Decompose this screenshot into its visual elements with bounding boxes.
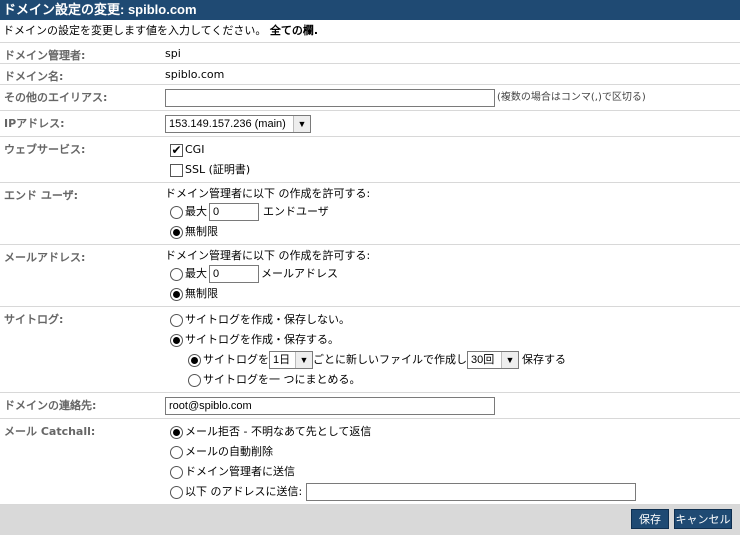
mail-unit-label: メールアドレス [261,267,338,280]
intro-bold: 全ての欄. [269,24,319,37]
endusers-unlimited-radio[interactable] [170,225,183,239]
sitelog-none-label: サイトログを作成・保存しない。 [185,313,350,326]
label-web: ウェブサービス: [0,136,160,183]
label-domain: ドメイン名: [0,63,160,85]
row-contact: ドメインの連絡先: [0,392,740,419]
catchall-reject-label: メール拒否 - 不明なあて先として返信 [185,425,372,438]
sitelog-period-mid: ごとに新しいファイルで作成し [313,353,467,366]
cgi-label: CGI [185,143,205,156]
value-catchall: メール拒否 - 不明なあて先として返信 メールの自動削除 ドメイン管理者に送信 … [160,418,740,505]
label-admin: ドメイン管理者: [0,43,160,64]
sitelog-save-label: サイトログを作成・保存する。 [185,333,339,346]
save-button[interactable]: 保存 [631,509,669,529]
row-ip: IPアドレス: 153.149.157.236 (main) ▼ [0,110,740,137]
contact-email-input[interactable] [165,397,495,415]
sitelog-keep-select[interactable]: 30回 ▼ [467,351,519,369]
label-ip: IPアドレス: [0,110,160,137]
sitelog-period-radio[interactable] [188,353,201,367]
row-admin: ドメイン管理者: spi [0,43,740,64]
footer-bar: 保存 キャンセル [0,505,740,535]
sitelog-one-label: サイトログを一 つにまとめる。 [203,373,361,386]
mail-allow-text: ドメイン管理者に以下 の作成を許可する: [165,249,371,262]
chevron-down-icon: ▼ [295,352,312,368]
label-catchall: メール Catchall: [0,418,160,505]
endusers-max-label: 最大 [185,205,207,218]
intro-text: ドメインの設定を変更します値を入力してください。 全ての欄. [0,20,740,43]
row-alias: その他のエイリアス: (複数の場合はコンマ(,)で区切る) [0,84,740,111]
sitelog-period-select[interactable]: 1日 ▼ [269,351,313,369]
mail-unlimited-radio[interactable] [170,287,183,301]
row-endusers: エンド ユーザ: ドメイン管理者に以下 の作成を許可する: 最大 エンドユーザ … [0,182,740,245]
endusers-allow-text: ドメイン管理者に以下 の作成を許可する: [165,187,371,200]
mail-max-label: 最大 [185,267,207,280]
endusers-max-radio[interactable] [170,205,183,219]
catchall-address-radio[interactable] [170,485,183,499]
alias-hint: (複数の場合はコンマ(,)で区切る) [497,92,646,103]
intro-message: ドメインの設定を変更します値を入力してください。 [3,24,267,37]
catchall-reject-radio[interactable] [170,425,183,439]
catchall-admin-label: ドメイン管理者に送信 [185,465,295,478]
endusers-unit-label: エンドユーザ [263,205,329,218]
label-endusers: エンド ユーザ: [0,182,160,245]
value-endusers: ドメイン管理者に以下 の作成を許可する: 最大 エンドユーザ 無制限 [160,182,740,245]
value-domain: spiblo.com [160,63,740,85]
mail-max-input[interactable] [209,265,259,283]
sitelog-keep-value: 30回 [471,354,495,366]
row-mail: メールアドレス: ドメイン管理者に以下 の作成を許可する: 最大 メールアドレス… [0,244,740,307]
alias-input[interactable] [165,89,495,107]
value-contact [160,392,740,419]
ssl-label: SSL (証明書) [185,163,251,176]
value-web: ✔ CGI SSL (証明書) [160,136,740,183]
sitelog-none-radio[interactable] [170,313,183,327]
sitelog-one-radio[interactable] [188,373,201,387]
domain-settings-form: ドメイン管理者: spi ドメイン名: spiblo.com その他のエイリアス… [0,43,740,505]
page-title: ドメイン設定の変更: spiblo.com [0,0,740,20]
chevron-down-icon: ▼ [293,116,310,132]
cancel-button[interactable]: キャンセル [674,509,732,529]
admin-value: spi [165,47,181,60]
catchall-delete-radio[interactable] [170,445,183,459]
domain-value: spiblo.com [165,68,225,81]
label-contact: ドメインの連絡先: [0,392,160,419]
value-alias: (複数の場合はコンマ(,)で区切る) [160,84,740,111]
row-domain: ドメイン名: spiblo.com [0,63,740,85]
ip-selected: 153.149.157.236 (main) [169,118,286,130]
row-web: ウェブサービス: ✔ CGI SSL (証明書) [0,136,740,183]
mail-unlimited-label: 無制限 [185,287,218,300]
mail-max-radio[interactable] [170,267,183,281]
cgi-checkbox[interactable]: ✔ [170,143,183,157]
catchall-admin-radio[interactable] [170,465,183,479]
sitelog-period-prefix: サイトログを [203,353,269,366]
ip-select[interactable]: 153.149.157.236 (main) ▼ [165,115,311,133]
sitelog-keep-suffix: 保存する [522,353,566,366]
row-sitelog: サイトログ: サイトログを作成・保存しない。 サイトログを作成・保存する。 サイ… [0,306,740,393]
chevron-down-icon: ▼ [501,352,518,368]
label-mail: メールアドレス: [0,244,160,307]
endusers-max-input[interactable] [209,203,259,221]
sitelog-period-value: 1日 [273,354,291,366]
catchall-address-input[interactable] [306,483,637,501]
label-alias: その他のエイリアス: [0,84,160,111]
row-catchall: メール Catchall: メール拒否 - 不明なあて先として返信 メールの自動… [0,418,740,505]
value-mail: ドメイン管理者に以下 の作成を許可する: 最大 メールアドレス 無制限 [160,244,740,307]
catchall-delete-label: メールの自動削除 [185,445,273,458]
label-sitelog: サイトログ: [0,306,160,393]
ssl-checkbox[interactable] [170,163,183,177]
sitelog-save-radio[interactable] [170,333,183,347]
value-sitelog: サイトログを作成・保存しない。 サイトログを作成・保存する。 サイトログを 1日… [160,306,740,393]
value-admin: spi [160,43,740,64]
catchall-address-label: 以下 のアドレスに送信: [185,485,303,498]
endusers-unlimited-label: 無制限 [185,225,218,238]
value-ip: 153.149.157.236 (main) ▼ [160,110,740,137]
